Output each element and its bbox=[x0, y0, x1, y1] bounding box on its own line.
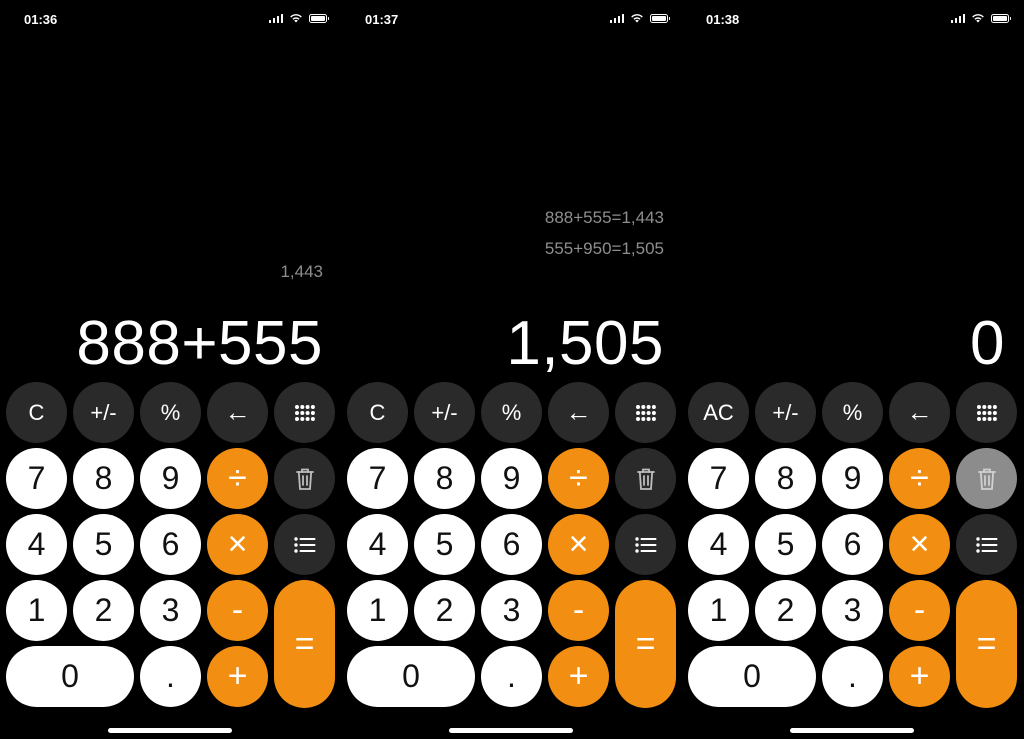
clear-history-button[interactable] bbox=[274, 448, 335, 509]
multiply-button[interactable]: × bbox=[548, 514, 609, 575]
digit-1-button[interactable]: 1 bbox=[688, 580, 749, 641]
divide-button[interactable]: ÷ bbox=[889, 448, 950, 509]
home-indicator[interactable] bbox=[790, 728, 914, 733]
digit-6-button[interactable]: 6 bbox=[140, 514, 201, 575]
add-button[interactable]: + bbox=[548, 646, 609, 707]
digit-1-button[interactable]: 1 bbox=[6, 580, 67, 641]
home-indicator[interactable] bbox=[108, 728, 232, 733]
history-list-button[interactable] bbox=[615, 514, 676, 575]
home-indicator[interactable] bbox=[449, 728, 573, 733]
keypad-grid-button[interactable] bbox=[956, 382, 1017, 443]
keypad-grid-button[interactable] bbox=[274, 382, 335, 443]
clear-button[interactable]: C bbox=[6, 382, 67, 443]
grid-icon bbox=[294, 404, 315, 421]
trash-icon bbox=[636, 468, 655, 490]
keypad: AC +/- % ← 7 8 9 ÷ 4 5 6 × 1 2 3 - = 0 .… bbox=[688, 382, 1017, 708]
equals-button[interactable]: = bbox=[615, 580, 676, 708]
history-list: 1,443 bbox=[23, 0, 323, 300]
trash-icon bbox=[295, 468, 314, 490]
digit-0-button[interactable]: 0 bbox=[347, 646, 475, 707]
digit-7-button[interactable]: 7 bbox=[6, 448, 67, 509]
digit-8-button[interactable]: 8 bbox=[414, 448, 475, 509]
multiply-button[interactable]: × bbox=[889, 514, 950, 575]
clear-history-button[interactable] bbox=[615, 448, 676, 509]
digit-8-button[interactable]: 8 bbox=[755, 448, 816, 509]
toggle-sign-button[interactable]: +/- bbox=[73, 382, 134, 443]
backspace-button[interactable]: ← bbox=[548, 382, 609, 443]
keypad: C +/- % ← 7 8 9 ÷ 4 5 6 × 1 2 3 - = 0 . … bbox=[6, 382, 335, 708]
grid-icon bbox=[635, 404, 656, 421]
decimal-button[interactable]: . bbox=[481, 646, 542, 707]
divide-button[interactable]: ÷ bbox=[207, 448, 268, 509]
toggle-sign-button[interactable]: +/- bbox=[414, 382, 475, 443]
clear-history-button[interactable] bbox=[956, 448, 1017, 509]
digit-2-button[interactable]: 2 bbox=[755, 580, 816, 641]
percent-button[interactable]: % bbox=[140, 382, 201, 443]
digit-9-button[interactable]: 9 bbox=[822, 448, 883, 509]
history-list bbox=[705, 0, 1005, 300]
backspace-button[interactable]: ← bbox=[207, 382, 268, 443]
toggle-sign-button[interactable]: +/- bbox=[755, 382, 816, 443]
percent-button[interactable]: % bbox=[481, 382, 542, 443]
list-icon bbox=[634, 536, 656, 553]
digit-5-button[interactable]: 5 bbox=[73, 514, 134, 575]
add-button[interactable]: + bbox=[889, 646, 950, 707]
result-display: 1,505 bbox=[506, 309, 664, 378]
add-button[interactable]: + bbox=[207, 646, 268, 707]
digit-0-button[interactable]: 0 bbox=[6, 646, 134, 707]
digit-9-button[interactable]: 9 bbox=[140, 448, 201, 509]
digit-1-button[interactable]: 1 bbox=[347, 580, 408, 641]
digit-2-button[interactable]: 2 bbox=[414, 580, 475, 641]
calculator-screen: 01:36 1,443 888+555 C +/- % ← 7 8 9 ÷ 4 … bbox=[0, 0, 341, 739]
subtract-button[interactable]: - bbox=[207, 580, 268, 641]
equals-button[interactable]: = bbox=[956, 580, 1017, 708]
digit-7-button[interactable]: 7 bbox=[688, 448, 749, 509]
grid-icon bbox=[976, 404, 997, 421]
history-entry[interactable]: 1,443 bbox=[280, 256, 323, 287]
digit-6-button[interactable]: 6 bbox=[822, 514, 883, 575]
divide-button[interactable]: ÷ bbox=[548, 448, 609, 509]
multiply-button[interactable]: × bbox=[207, 514, 268, 575]
digit-3-button[interactable]: 3 bbox=[822, 580, 883, 641]
digit-4-button[interactable]: 4 bbox=[347, 514, 408, 575]
clear-button[interactable]: AC bbox=[688, 382, 749, 443]
history-list: 888+555=1,443 555+950=1,505 bbox=[364, 0, 664, 300]
history-entry[interactable]: 555+950=1,505 bbox=[545, 233, 664, 264]
calculator-screen: 01:38 0 AC +/- % ← 7 8 9 ÷ 4 5 6 × 1 2 3… bbox=[682, 0, 1023, 739]
digit-7-button[interactable]: 7 bbox=[347, 448, 408, 509]
clear-button[interactable]: C bbox=[347, 382, 408, 443]
digit-3-button[interactable]: 3 bbox=[481, 580, 542, 641]
digit-8-button[interactable]: 8 bbox=[73, 448, 134, 509]
calculator-screen: 01:37 888+555=1,443 555+950=1,505 1,505 C… bbox=[341, 0, 682, 739]
digit-6-button[interactable]: 6 bbox=[481, 514, 542, 575]
decimal-button[interactable]: . bbox=[822, 646, 883, 707]
digit-5-button[interactable]: 5 bbox=[414, 514, 475, 575]
backspace-button[interactable]: ← bbox=[889, 382, 950, 443]
list-icon bbox=[975, 536, 997, 553]
subtract-button[interactable]: - bbox=[548, 580, 609, 641]
digit-3-button[interactable]: 3 bbox=[140, 580, 201, 641]
subtract-button[interactable]: - bbox=[889, 580, 950, 641]
list-icon bbox=[293, 536, 315, 553]
history-entry[interactable]: 888+555=1,443 bbox=[545, 202, 664, 233]
digit-0-button[interactable]: 0 bbox=[688, 646, 816, 707]
digit-2-button[interactable]: 2 bbox=[73, 580, 134, 641]
decimal-button[interactable]: . bbox=[140, 646, 201, 707]
equals-button[interactable]: = bbox=[274, 580, 335, 708]
keypad: C +/- % ← 7 8 9 ÷ 4 5 6 × 1 2 3 - = 0 . … bbox=[347, 382, 676, 708]
digit-5-button[interactable]: 5 bbox=[755, 514, 816, 575]
digit-4-button[interactable]: 4 bbox=[6, 514, 67, 575]
result-display: 0 bbox=[970, 309, 1005, 378]
digit-9-button[interactable]: 9 bbox=[481, 448, 542, 509]
history-list-button[interactable] bbox=[274, 514, 335, 575]
history-list-button[interactable] bbox=[956, 514, 1017, 575]
digit-4-button[interactable]: 4 bbox=[688, 514, 749, 575]
keypad-grid-button[interactable] bbox=[615, 382, 676, 443]
percent-button[interactable]: % bbox=[822, 382, 883, 443]
trash-icon bbox=[977, 468, 996, 490]
result-display: 888+555 bbox=[76, 309, 323, 378]
